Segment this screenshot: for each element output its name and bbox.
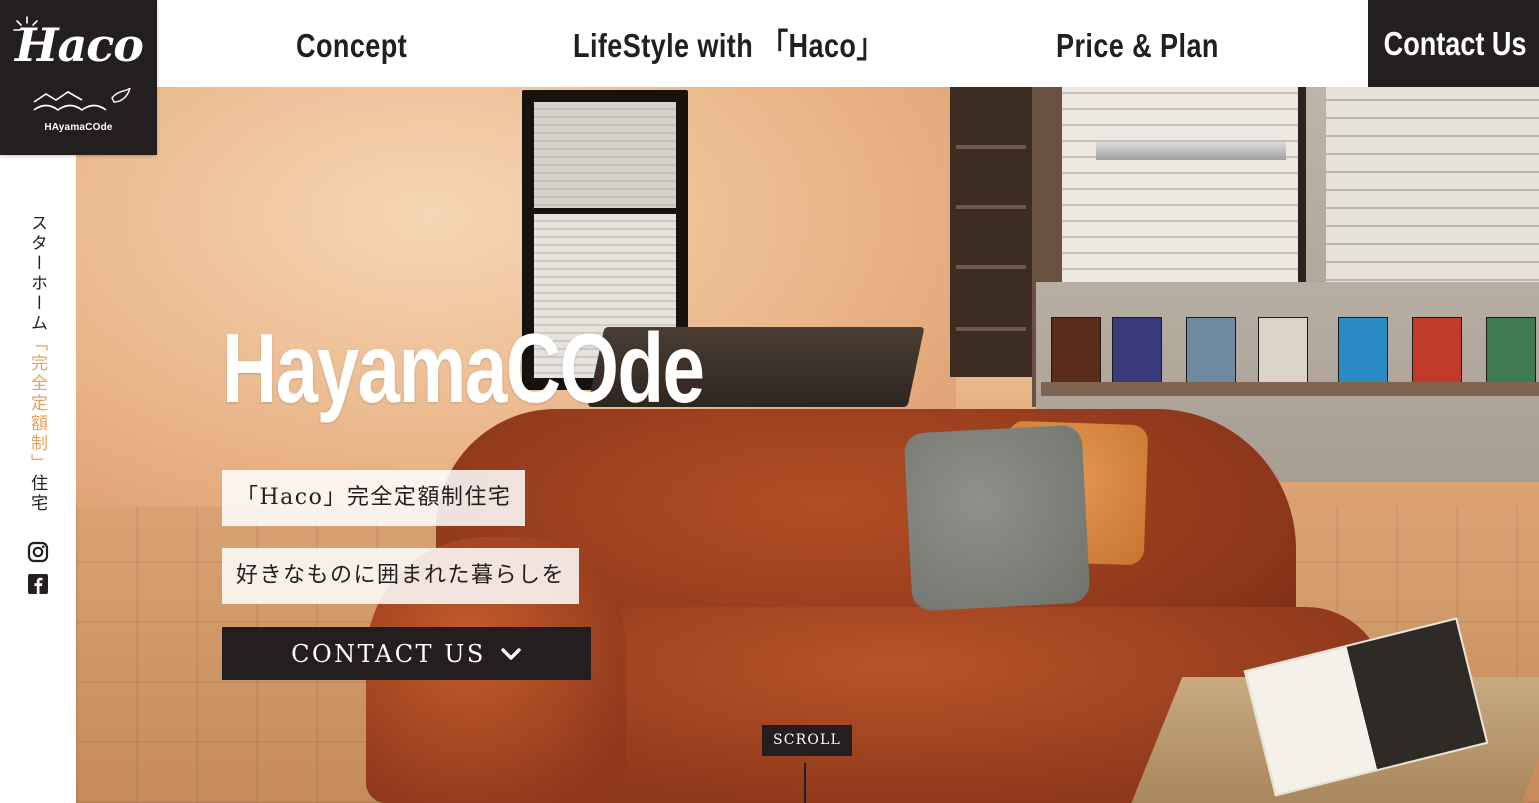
scroll-line	[804, 763, 806, 803]
hero-tagline-2: 好きなものに囲まれた暮らしを	[222, 548, 580, 604]
cta-label: CONTACT US	[291, 639, 486, 668]
logo-wordmark: Haco	[15, 18, 144, 72]
nav-lifestyle[interactable]: LifeStyle with 「Haco」	[573, 24, 884, 68]
facebook-icon[interactable]	[27, 573, 49, 595]
nav-contact-us-button[interactable]: Contact Us	[1368, 0, 1539, 87]
vertical-tagline-end: 住宅	[27, 474, 47, 514]
nav-contact-label: Contact Us	[1383, 25, 1527, 62]
hero-title: HayamaCOde	[222, 313, 705, 423]
vertical-tagline-highlight: 「完全定額制」	[27, 334, 47, 474]
site-header: Haco HAyamaCOde Concept LifeStyle with 「…	[0, 0, 1539, 155]
vertical-tagline: スターホーム「完全定額制」住宅	[26, 214, 50, 514]
hero-tagline-1: 「Haco」完全定額制住宅	[222, 470, 526, 526]
nav-price-plan[interactable]: Price & Plan	[1056, 24, 1219, 68]
mountain-wave-icon	[33, 88, 131, 111]
chevron-down-icon	[501, 647, 521, 660]
scroll-indicator[interactable]: SCROLL	[762, 725, 852, 756]
haco-logo[interactable]: Haco HAyamaCOde	[0, 0, 157, 155]
contact-us-cta-button[interactable]: CONTACT US	[222, 627, 591, 680]
vertical-tagline-start: スターホーム	[27, 214, 47, 334]
nav-concept[interactable]: Concept	[296, 24, 407, 68]
shelf-unit	[950, 87, 1032, 377]
hero-image	[76, 87, 1539, 803]
logo-subtitle: HAyamaCOde	[44, 122, 113, 133]
instagram-icon[interactable]	[27, 541, 49, 563]
